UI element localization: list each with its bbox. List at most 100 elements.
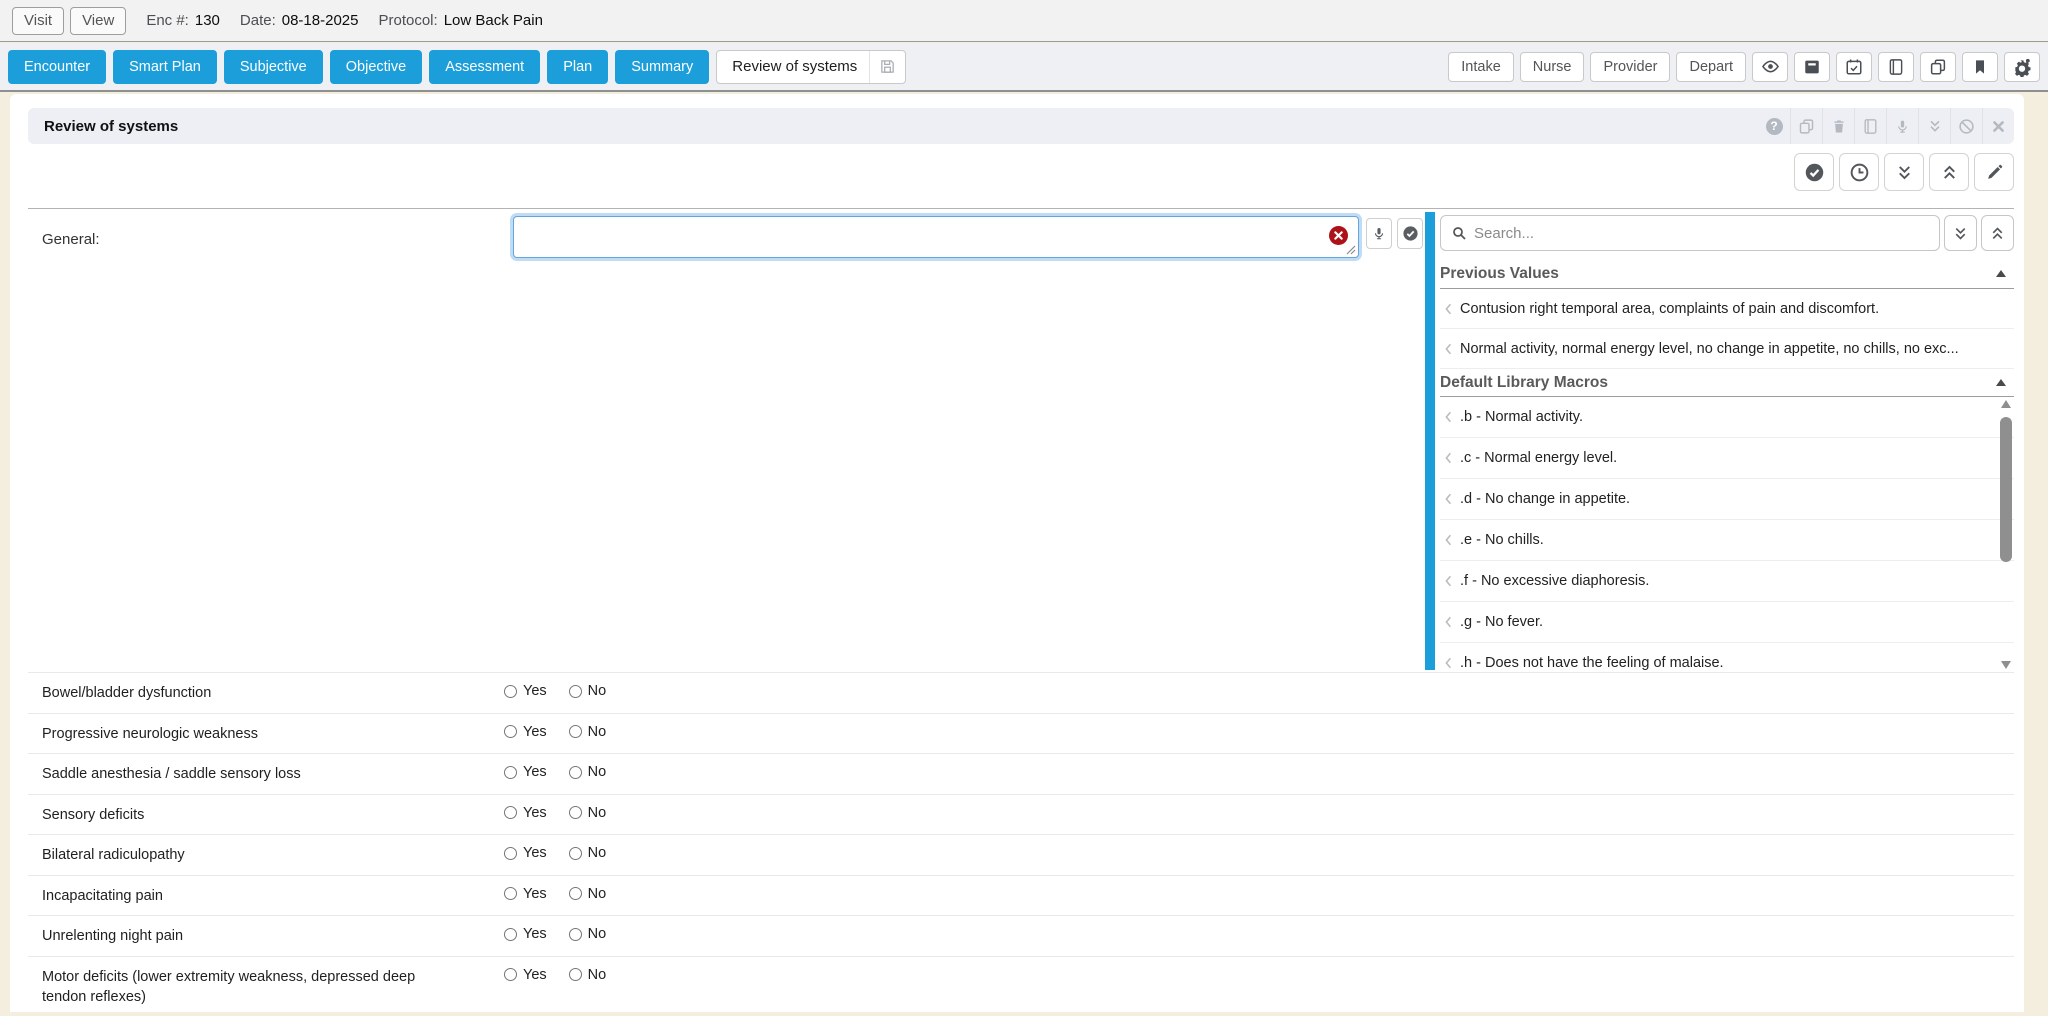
insert-left-chevron-icon[interactable]	[1444, 451, 1452, 465]
macro-item[interactable]: .b - Normal activity.	[1440, 397, 2014, 438]
help-icon[interactable]: ?	[1758, 108, 1790, 144]
view-button[interactable]: View	[70, 7, 126, 35]
yes-radio[interactable]	[504, 685, 517, 698]
expand-all-icon[interactable]	[1944, 215, 1977, 251]
tab-bar: Encounter Smart Plan Subjective Objectiv…	[0, 43, 2048, 92]
macro-item[interactable]: .h - Does not have the feeling of malais…	[1440, 643, 2014, 672]
yes-radio[interactable]	[504, 725, 517, 738]
tab-objective[interactable]: Objective	[330, 50, 422, 84]
no-radio[interactable]	[569, 766, 582, 779]
confirm-check-icon[interactable]	[1397, 218, 1423, 249]
question-label: Progressive neurologic weakness	[28, 714, 448, 754]
no-radio[interactable]	[569, 928, 582, 941]
no-radio[interactable]	[569, 725, 582, 738]
macro-item[interactable]: .f - No excessive diaphoresis.	[1440, 561, 2014, 602]
copy-icon[interactable]	[1920, 52, 1956, 82]
book-icon[interactable]	[1854, 108, 1886, 144]
edit-pencil-icon[interactable]	[1974, 153, 2014, 191]
no-label: No	[588, 683, 607, 699]
tab-subjective[interactable]: Subjective	[224, 50, 323, 84]
scroll-up-icon[interactable]	[2001, 400, 2011, 408]
save-icon[interactable]	[869, 51, 905, 83]
default-library-macros-header[interactable]: Default Library Macros	[1440, 369, 2014, 397]
microphone-icon[interactable]	[1886, 108, 1918, 144]
insert-left-chevron-icon[interactable]	[1444, 574, 1452, 588]
calendar-check-icon[interactable]	[1836, 52, 1872, 82]
red-flag-questions: Bowel/bladder dysfunction Yes No Progres…	[28, 672, 2014, 1016]
double-chevron-down-icon[interactable]	[1884, 153, 1924, 191]
depart-button[interactable]: Depart	[1676, 52, 1746, 82]
yes-radio[interactable]	[504, 847, 517, 860]
collapse-triangle-icon[interactable]	[1996, 379, 2006, 386]
insert-left-chevron-icon[interactable]	[1444, 342, 1452, 356]
insert-left-chevron-icon[interactable]	[1444, 615, 1452, 629]
bookmark-icon[interactable]	[1962, 52, 1998, 82]
macro-item[interactable]: .g - No fever.	[1440, 602, 2014, 643]
tab-plan[interactable]: Plan	[547, 50, 608, 84]
yes-radio[interactable]	[504, 766, 517, 779]
tab-smart-plan[interactable]: Smart Plan	[113, 50, 217, 84]
double-chevron-up-icon[interactable]	[1929, 153, 1969, 191]
archive-icon[interactable]	[1794, 52, 1830, 82]
collapse-all-icon[interactable]	[1981, 215, 2014, 251]
close-icon[interactable]	[1982, 108, 2014, 144]
no-label: No	[588, 967, 607, 983]
general-input[interactable]	[513, 216, 1359, 258]
tab-review-of-systems[interactable]: Review of systems	[716, 50, 906, 84]
no-label: No	[588, 764, 607, 780]
question-options: Yes No	[504, 835, 606, 861]
macro-text: .g - No fever.	[1460, 614, 1543, 630]
double-chevron-down-icon[interactable]	[1918, 108, 1950, 144]
work-area: General:	[28, 208, 2014, 672]
insert-left-chevron-icon[interactable]	[1444, 533, 1452, 547]
book-icon[interactable]	[1878, 52, 1914, 82]
intake-button[interactable]: Intake	[1448, 52, 1514, 82]
nurse-button[interactable]: Nurse	[1520, 52, 1585, 82]
tab-encounter[interactable]: Encounter	[8, 50, 106, 84]
search-input[interactable]	[1474, 225, 1929, 242]
yes-radio[interactable]	[504, 968, 517, 981]
insert-left-chevron-icon[interactable]	[1444, 656, 1452, 670]
page-title: Review of systems	[28, 118, 178, 135]
clear-input-icon[interactable]	[1329, 226, 1348, 245]
settings-gears-icon[interactable]	[2004, 52, 2040, 82]
scroll-down-icon[interactable]	[2001, 661, 2011, 669]
no-radio[interactable]	[569, 887, 582, 900]
macro-item[interactable]: .e - No chills.	[1440, 520, 2014, 561]
question-row: Saddle anesthesia / saddle sensory loss …	[28, 753, 2014, 794]
default-library-macros-title: Default Library Macros	[1440, 374, 1608, 392]
check-circle-icon[interactable]	[1794, 153, 1834, 191]
eye-icon[interactable]	[1752, 52, 1788, 82]
macro-item[interactable]: .c - Normal energy level.	[1440, 438, 2014, 479]
scrollbar[interactable]	[1999, 400, 2014, 669]
question-row: Progressive neurologic weakness Yes No	[28, 713, 2014, 754]
insert-left-chevron-icon[interactable]	[1444, 410, 1452, 424]
yes-radio[interactable]	[504, 928, 517, 941]
no-radio[interactable]	[569, 968, 582, 981]
copy-icon[interactable]	[1790, 108, 1822, 144]
previous-value-item[interactable]: Normal activity, normal energy level, no…	[1440, 329, 2014, 369]
protocol-value: Low Back Pain	[444, 12, 543, 29]
ban-icon[interactable]	[1950, 108, 1982, 144]
provider-button[interactable]: Provider	[1590, 52, 1670, 82]
yes-radio[interactable]	[504, 887, 517, 900]
visit-button[interactable]: Visit	[12, 7, 64, 35]
scrollbar-thumb[interactable]	[2000, 417, 2012, 562]
microphone-icon[interactable]	[1366, 218, 1392, 249]
macro-item[interactable]: .d - No change in appetite.	[1440, 479, 2014, 520]
clock-icon[interactable]	[1839, 153, 1879, 191]
insert-left-chevron-icon[interactable]	[1444, 492, 1452, 506]
no-radio[interactable]	[569, 806, 582, 819]
no-radio[interactable]	[569, 685, 582, 698]
tab-summary[interactable]: Summary	[615, 50, 709, 84]
previous-value-text: Normal activity, normal energy level, no…	[1460, 341, 1959, 357]
insert-left-chevron-icon[interactable]	[1444, 302, 1452, 316]
previous-value-item[interactable]: Contusion right temporal area, complaint…	[1440, 289, 2014, 329]
collapse-triangle-icon[interactable]	[1996, 270, 2006, 277]
resize-grip-icon[interactable]	[1346, 245, 1356, 255]
tab-assessment[interactable]: Assessment	[429, 50, 540, 84]
no-radio[interactable]	[569, 847, 582, 860]
previous-values-header[interactable]: Previous Values	[1440, 259, 2014, 289]
yes-radio[interactable]	[504, 806, 517, 819]
trash-icon[interactable]	[1822, 108, 1854, 144]
